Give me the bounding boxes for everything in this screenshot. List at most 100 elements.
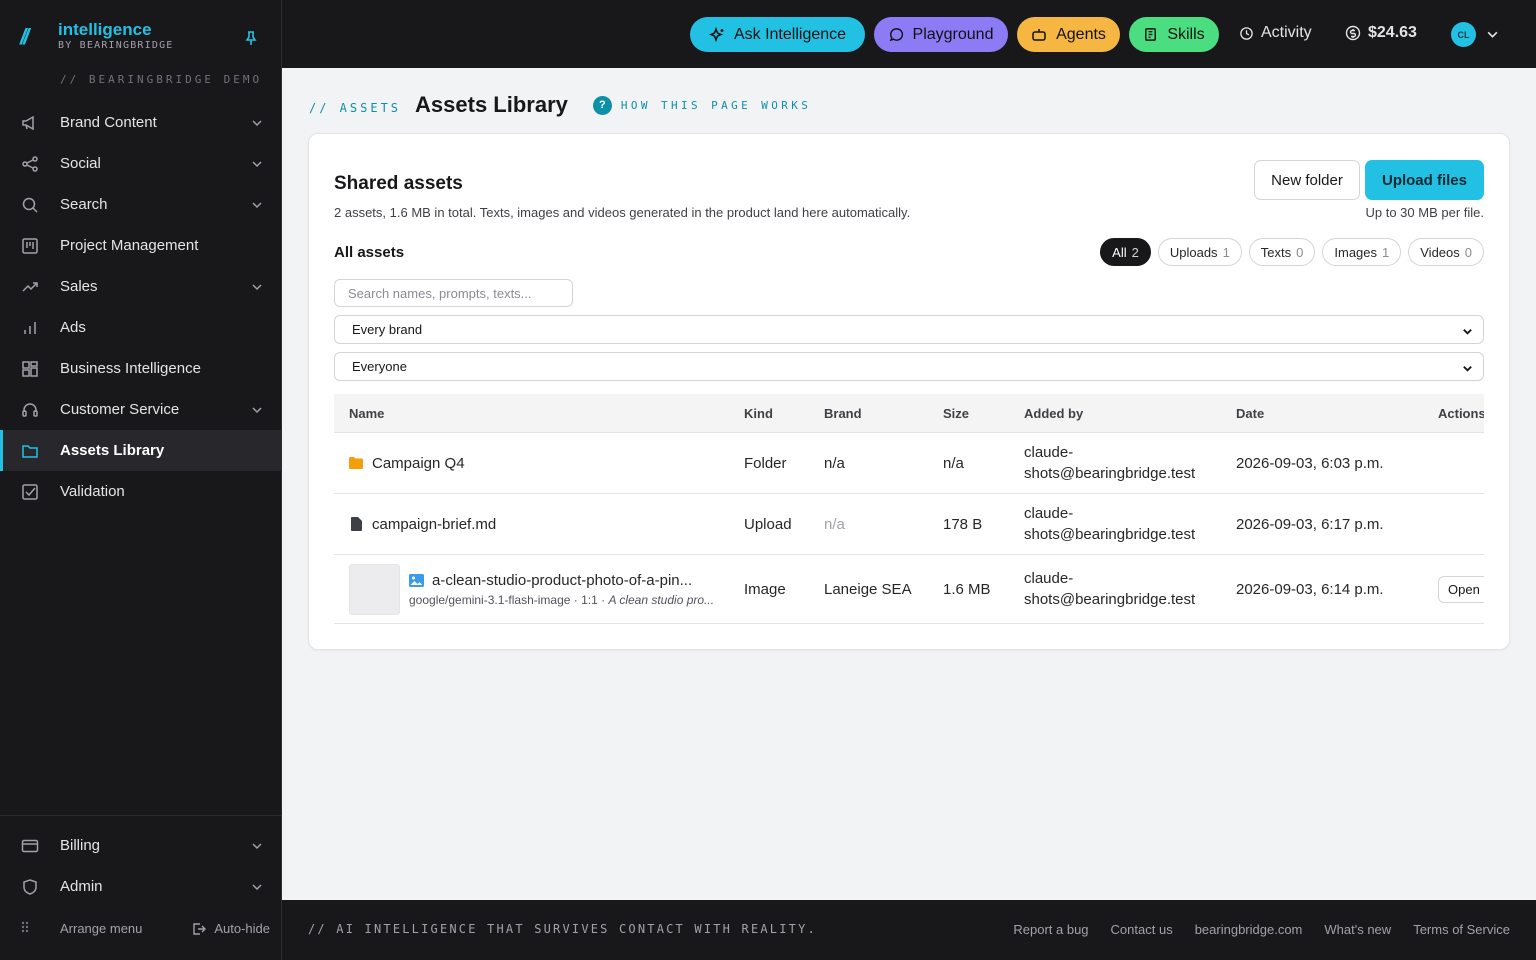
- how-this-page-works-link[interactable]: ? HOW THIS PAGE WORKS: [592, 95, 811, 115]
- brand-select[interactable]: Every brand: [334, 315, 1484, 344]
- sidebar-item-social[interactable]: Social: [0, 143, 281, 184]
- chevron-down-icon: [1462, 362, 1473, 377]
- row-name-cell: a-clean-studio-product-photo-of-a-pin...…: [334, 563, 744, 615]
- auto-hide-button[interactable]: Auto-hide: [192, 921, 270, 936]
- sidebar: // intelligence BY BEARINGBRIDGE // BEAR…: [0, 0, 282, 960]
- balance-link[interactable]: $24.63: [1345, 24, 1417, 42]
- sidebar-item-business-intelligence[interactable]: Business Intelligence: [0, 348, 281, 389]
- trend-up-icon: [20, 277, 40, 297]
- column-header-added-by[interactable]: Added by: [1024, 403, 1236, 424]
- filter-chip-images[interactable]: Images 1: [1322, 238, 1402, 266]
- contact-us-link[interactable]: Contact us: [1111, 922, 1173, 937]
- chevron-down-icon[interactable]: [1486, 28, 1499, 46]
- filter-chip-all[interactable]: All 2: [1100, 238, 1151, 266]
- activity-link[interactable]: Activity: [1239, 24, 1312, 42]
- website-link[interactable]: bearingbridge.com: [1195, 922, 1303, 937]
- asset-name-link[interactable]: Campaign Q4: [372, 455, 465, 472]
- image-icon: [409, 573, 424, 587]
- sidebar-item-sales[interactable]: Sales: [0, 266, 281, 307]
- upload-limit-note: Up to 30 MB per file.: [1365, 205, 1485, 220]
- row-brand: Laneige SEA: [824, 580, 912, 598]
- table-row[interactable]: a-clean-studio-product-photo-of-a-pin...…: [334, 555, 1484, 624]
- sidebar-item-validation[interactable]: Validation: [0, 471, 281, 512]
- share-icon: [20, 154, 40, 174]
- image-model-meta: google/gemini-3.1-flash-image · 1:1 ·: [409, 592, 609, 607]
- sidebar-item-search[interactable]: Search: [0, 184, 281, 225]
- search-input[interactable]: [334, 279, 573, 307]
- asset-name-link[interactable]: a-clean-studio-product-photo-of-a-pin...: [432, 572, 692, 589]
- column-header-name[interactable]: Name: [334, 406, 744, 421]
- column-header-brand[interactable]: Brand: [824, 406, 943, 421]
- sidebar-item-brand-content[interactable]: Brand Content: [0, 102, 281, 143]
- row-brand: n/a: [824, 454, 845, 472]
- sidebar-item-billing[interactable]: Billing: [0, 825, 281, 866]
- column-header-size[interactable]: Size: [943, 406, 1024, 421]
- breadcrumb: // ASSETS: [309, 101, 402, 115]
- chip-label: Videos: [1420, 244, 1460, 260]
- arrange-menu-button[interactable]: Arrange menu: [60, 921, 142, 936]
- brand-logo[interactable]: // intelligence BY BEARINGBRIDGE: [20, 20, 174, 52]
- avatar[interactable]: CL: [1451, 22, 1476, 47]
- table-row[interactable]: campaign-brief.md Upload n/a 178 B claud…: [334, 494, 1484, 555]
- bar-chart-icon: [20, 318, 40, 338]
- logo-mark-icon: //: [20, 24, 29, 49]
- chevron-down-icon: [251, 839, 263, 851]
- whats-new-link[interactable]: What's new: [1324, 922, 1391, 937]
- asset-name-link[interactable]: campaign-brief.md: [372, 516, 496, 533]
- footer-links: Report a bug Contact us bearingbridge.co…: [991, 922, 1510, 937]
- sidebar-nav: Brand Content Social Search Project Mana…: [0, 102, 281, 512]
- column-header-date[interactable]: Date: [1236, 406, 1438, 421]
- logout-arrow-icon: [192, 922, 207, 936]
- image-thumbnail[interactable]: [349, 563, 400, 615]
- ask-intelligence-button[interactable]: Ask Intelligence: [690, 17, 865, 52]
- pin-icon[interactable]: [244, 30, 258, 46]
- agents-button[interactable]: Agents: [1017, 17, 1120, 52]
- filter-chip-uploads[interactable]: Uploads 1: [1157, 238, 1242, 266]
- book-icon: [1143, 27, 1167, 42]
- upload-files-button[interactable]: Upload files: [1365, 160, 1484, 200]
- section-title: All assets: [334, 244, 405, 261]
- dashboard-icon: [20, 359, 40, 379]
- terms-link[interactable]: Terms of Service: [1413, 922, 1510, 937]
- megaphone-icon: [20, 113, 40, 133]
- filter-chip-texts[interactable]: Texts 0: [1248, 238, 1316, 266]
- report-bug-link[interactable]: Report a bug: [1013, 922, 1088, 937]
- added-by-line: claude-: [1024, 505, 1074, 522]
- row-kind: Image: [744, 580, 786, 598]
- table-row[interactable]: Campaign Q4 Folder n/a n/a claude-shots@…: [334, 433, 1484, 494]
- sidebar-item-label: Validation: [60, 483, 125, 500]
- person-select[interactable]: Everyone: [334, 352, 1484, 381]
- row-added-by: claude-shots@bearingbridge.test: [1024, 568, 1236, 610]
- sidebar-item-label: Social: [60, 155, 101, 172]
- added-by-line: shots@bearingbridge.test: [1024, 526, 1196, 543]
- shield-icon: [20, 877, 40, 897]
- sidebar-item-ads[interactable]: Ads: [0, 307, 281, 348]
- column-header-kind[interactable]: Kind: [744, 406, 824, 421]
- sidebar-item-label: Project Management: [60, 237, 199, 254]
- robot-icon: [1031, 27, 1056, 43]
- sidebar-item-customer-service[interactable]: Customer Service: [0, 389, 281, 430]
- image-prompt-preview: A clean studio pro...: [608, 592, 715, 607]
- row-date: 2026-09-03, 6:03 p.m.: [1236, 454, 1384, 472]
- sidebar-item-admin[interactable]: Admin: [0, 866, 281, 907]
- image-meta: google/gemini-3.1-flash-image · 1:1 · A …: [409, 593, 714, 607]
- playground-button[interactable]: Playground: [874, 17, 1008, 52]
- filter-chip-videos[interactable]: Videos 0: [1408, 238, 1484, 266]
- new-folder-button[interactable]: New folder: [1254, 160, 1360, 200]
- row-kind: Folder: [744, 454, 787, 472]
- sidebar-item-project-management[interactable]: Project Management: [0, 225, 281, 266]
- search-icon: [20, 195, 40, 215]
- headset-icon: [20, 400, 40, 420]
- open-button[interactable]: Open: [1438, 575, 1484, 603]
- folder-icon: [20, 441, 40, 461]
- help-icon: ?: [592, 95, 612, 115]
- chip-label: Texts: [1260, 244, 1292, 260]
- demo-label: // BEARINGBRIDGE DEMO: [60, 73, 263, 86]
- clock-icon: [1239, 26, 1261, 41]
- top-bar: Ask Intelligence Playground Agents Skill…: [282, 0, 1536, 68]
- chip-count: 0: [1464, 244, 1472, 260]
- sidebar-item-assets-library[interactable]: Assets Library: [0, 430, 281, 471]
- brand-byline: BY BEARINGBRIDGE: [58, 40, 174, 51]
- row-kind: Upload: [744, 515, 792, 533]
- skills-button[interactable]: Skills: [1129, 17, 1219, 52]
